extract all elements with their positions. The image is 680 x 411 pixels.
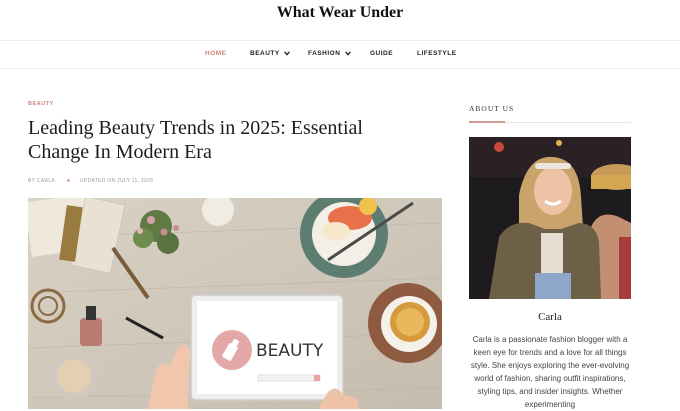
post-author-link[interactable]: BY CARLA [28,178,55,184]
post-category-link[interactable]: BEAUTY [28,101,54,107]
nav-item-label: FASHION [308,50,341,57]
tablet-brand-text: BEAUTY [256,341,324,361]
nav-item-label: GUIDE [370,50,394,57]
nav-item-label: LIFESTYLE [417,50,457,57]
author-photo [469,137,631,299]
featured-image[interactable]: BEAUTY [28,198,442,409]
sidebar-divider-accent [469,121,505,123]
author-name: Carla [538,311,562,323]
nav-item-label: HOME [205,50,227,57]
author-bio: Carla is a passionate fashion blogger wi… [470,335,630,409]
post-meta: BY CARLA UPDATED ON JULY 11, 2025 [28,178,153,184]
chevron-down-icon [284,51,290,56]
meta-separator [67,178,71,182]
nav-item-label: BEAUTY [250,50,280,57]
site-title[interactable]: What Wear Under [0,4,680,22]
post-updated-date: UPDATED ON JULY 11, 2025 [80,178,154,184]
nav-item-lifestyle[interactable]: LIFESTYLE [417,50,457,57]
nav-item-beauty[interactable]: BEAUTY [250,50,290,57]
nav-item-fashion[interactable]: FASHION [308,50,351,57]
nav-item-guide[interactable]: GUIDE [370,50,393,57]
post-title[interactable]: Leading Beauty Trends in 2025: Essential… [28,116,428,164]
sidebar-heading: ABOUT US [469,104,515,113]
main-nav: HOME BEAUTY FASHION GUIDE LIFESTYLE [0,40,680,69]
chevron-down-icon [344,51,351,56]
nav-item-home[interactable]: HOME [205,50,227,57]
lipstick-icon [212,330,252,370]
